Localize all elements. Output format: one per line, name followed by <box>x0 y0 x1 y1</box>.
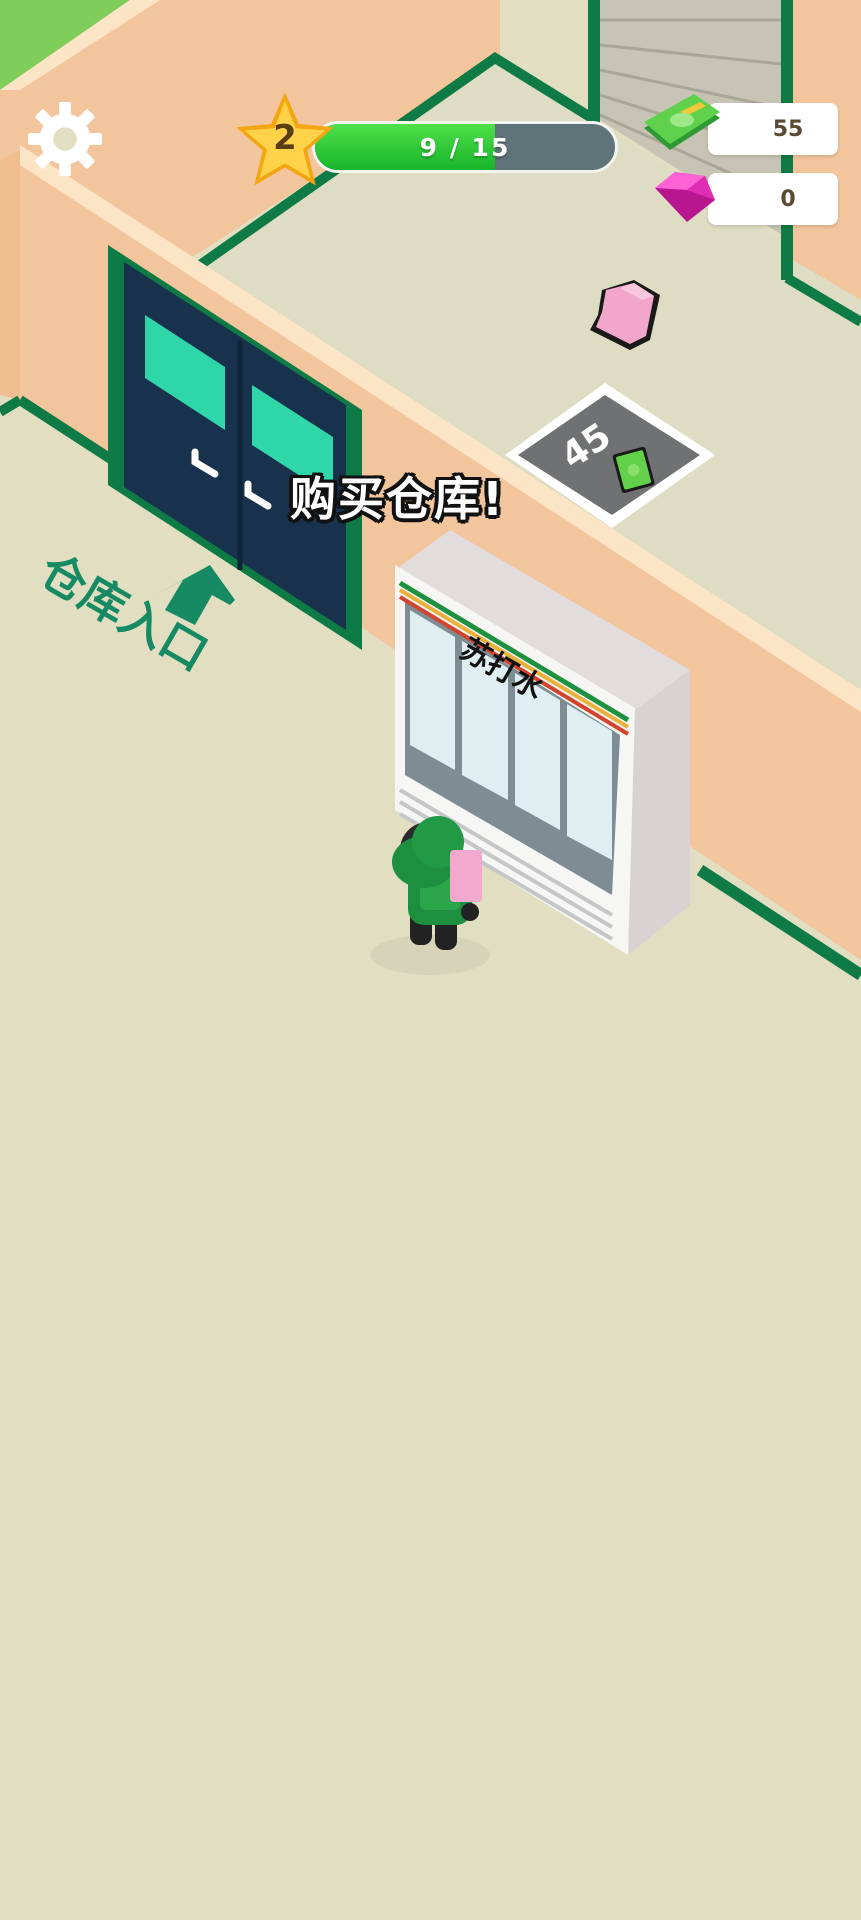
level-number: 2 <box>273 118 297 158</box>
left-wall-face <box>0 150 20 400</box>
cash-amount: 55 <box>772 116 804 142</box>
xp-text: 9 / 15 <box>419 132 511 162</box>
xp-bar: 9 / 15 <box>312 121 618 173</box>
cash-icon <box>644 94 720 150</box>
gem-counter: 0 <box>708 173 838 225</box>
gear-icon <box>27 101 103 177</box>
game-scene: 仓库入口 45 苏打水 <box>0 0 861 981</box>
toast-message: 购买仓库! <box>290 472 505 526</box>
cash-counter: 55 <box>708 103 838 155</box>
gem-amount: 0 <box>780 186 796 212</box>
left-wall-base <box>0 395 23 417</box>
gem-icon <box>655 172 715 222</box>
level-progress: 9 / 15 2 <box>232 88 624 198</box>
settings-button[interactable] <box>26 100 104 178</box>
